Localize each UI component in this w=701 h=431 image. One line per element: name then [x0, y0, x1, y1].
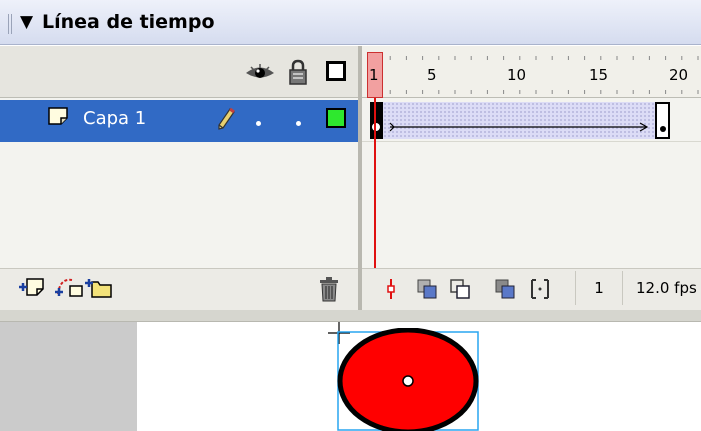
add-layer-icon[interactable] [18, 276, 44, 298]
center-frame-icon[interactable] [378, 276, 404, 302]
panel-title[interactable]: Línea de tiempo [42, 10, 215, 34]
lock-icon[interactable] [289, 59, 307, 85]
onion-skin-outlines-icon[interactable] [447, 276, 473, 302]
ruler-label: 15 [589, 66, 609, 84]
frame-rate-field[interactable]: 12.0 fps [636, 279, 697, 297]
ruler-label: 10 [507, 66, 527, 84]
layer-visibility-toggle[interactable] [256, 121, 261, 126]
ruler-ticks [373, 56, 699, 94]
modify-onion-markers-icon[interactable] [527, 276, 553, 302]
edit-multiple-frames-icon[interactable] [492, 276, 518, 302]
ruler-label: 20 [669, 66, 689, 84]
layer-lock-toggle[interactable] [296, 121, 301, 126]
pasteboard [0, 322, 137, 431]
ruler-label: 1 [369, 66, 379, 84]
collapse-arrow-icon[interactable]: ▼ [20, 12, 33, 32]
onion-skin-icon[interactable] [414, 276, 440, 302]
panel-grip-icon[interactable] [8, 14, 14, 34]
add-motion-guide-icon[interactable] [54, 274, 84, 298]
delete-layer-icon[interactable] [317, 276, 341, 302]
tween-arrow-icon [372, 122, 666, 132]
panel-resize-bar[interactable] [0, 310, 701, 322]
add-layer-folder-icon[interactable] [84, 276, 112, 298]
layer-name[interactable]: Capa 1 [83, 107, 146, 131]
ruler-label: 5 [427, 66, 437, 84]
current-frame-number: 1 [594, 279, 604, 297]
layer-page-icon [48, 107, 68, 125]
eye-icon[interactable] [245, 60, 275, 84]
pencil-icon [218, 107, 235, 130]
red-ellipse-shape[interactable] [336, 328, 480, 431]
show-outline-icon[interactable] [326, 61, 346, 81]
playhead-line [374, 98, 376, 270]
layer-outline-color[interactable] [326, 108, 346, 128]
